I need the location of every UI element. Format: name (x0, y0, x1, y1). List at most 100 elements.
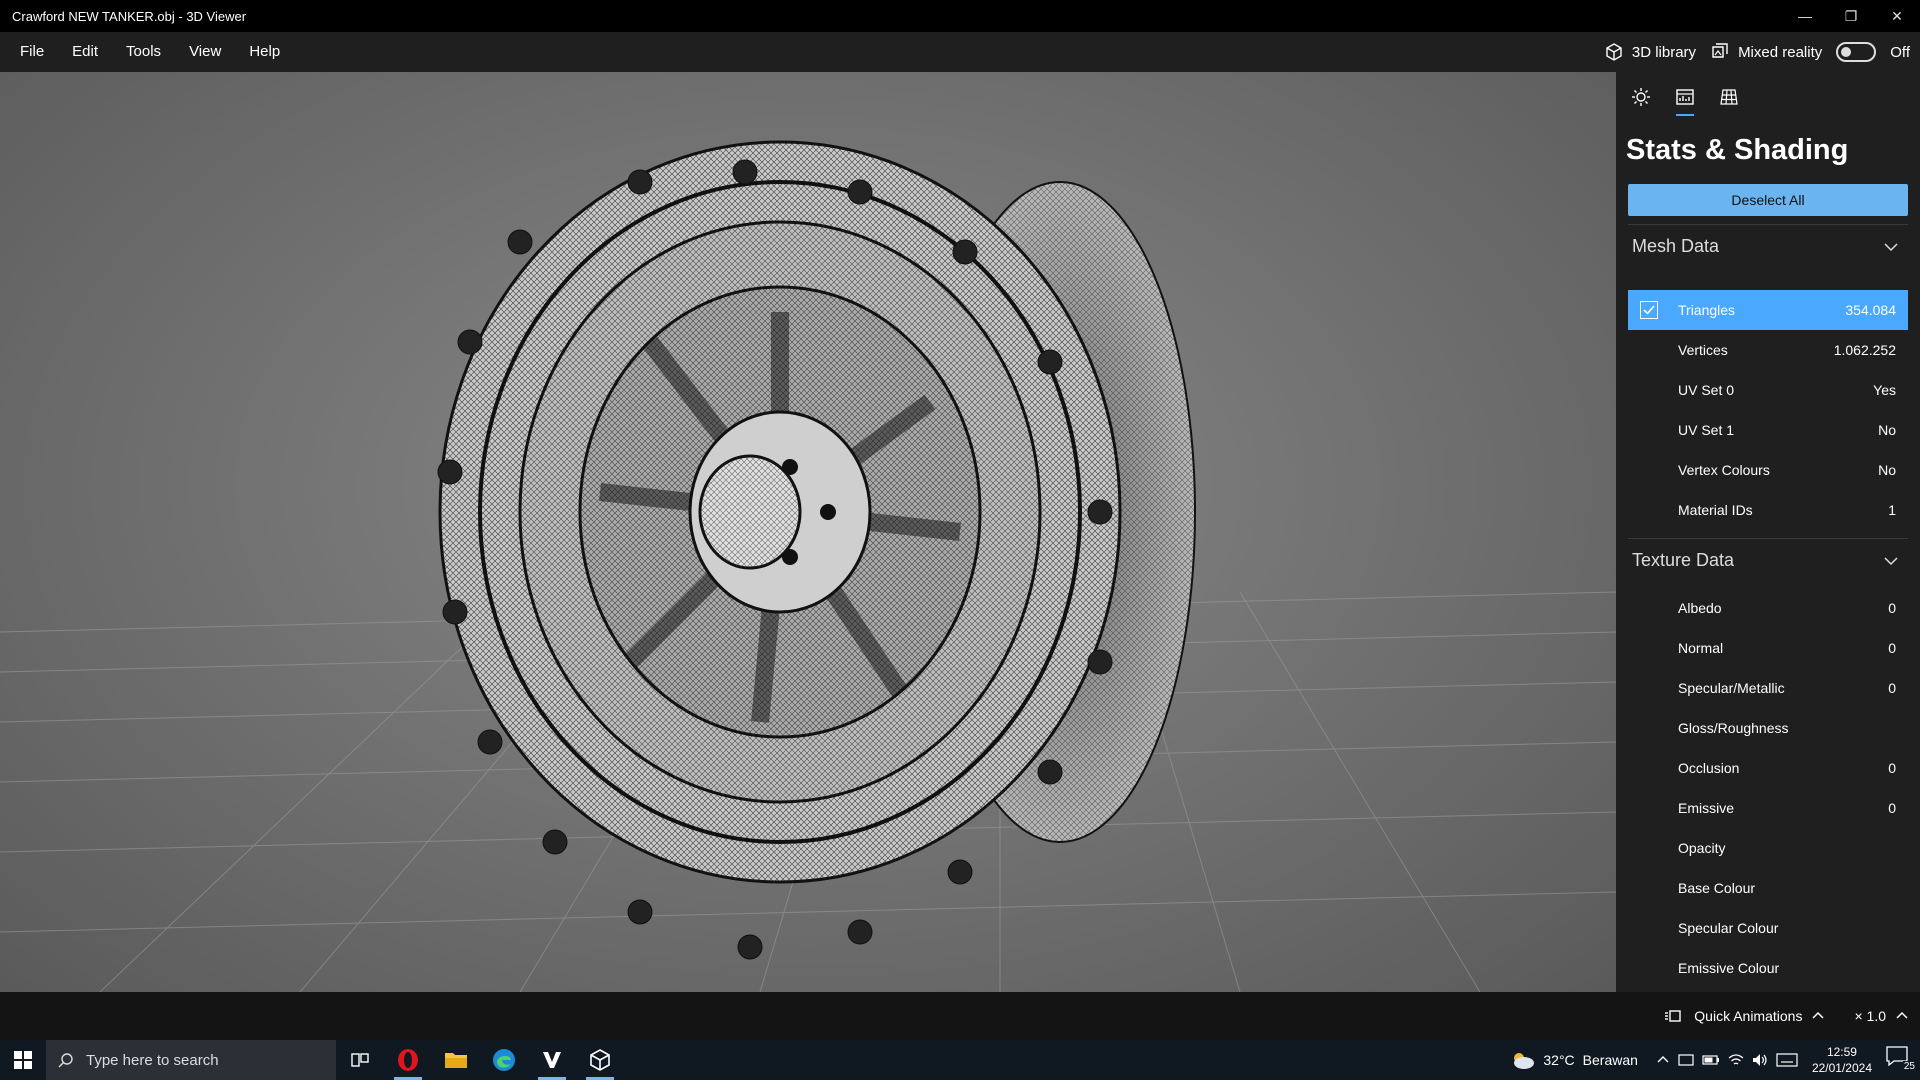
menu-edit[interactable]: Edit (58, 32, 112, 72)
texture-row-albedo: Albedo 0 (1628, 588, 1908, 628)
row-label: Triangles (1678, 302, 1736, 318)
clock-date: 22/01/2024 (1811, 1061, 1872, 1075)
minimize-button[interactable]: — (1782, 0, 1828, 32)
stats-icon (1676, 89, 1694, 105)
media-app[interactable] (528, 1040, 576, 1080)
chevron-up-icon[interactable] (1896, 1010, 1908, 1022)
3d-viewer-app[interactable] (576, 1040, 624, 1080)
volume-icon[interactable] (1752, 1053, 1768, 1067)
tab-grid[interactable] (1714, 82, 1744, 112)
wheel-model (437, 140, 1196, 960)
mixed-reality-label: Mixed reality (1738, 43, 1823, 61)
wifi-icon[interactable] (1728, 1053, 1744, 1067)
folder-icon (445, 1053, 467, 1068)
row-label: Vertex Colours (1678, 462, 1770, 478)
search-icon (58, 1053, 73, 1068)
row-value: 0 (1888, 600, 1896, 616)
texture-data-title: Texture Data (1632, 550, 1735, 570)
animation-speed[interactable]: × 1.0 (1854, 1008, 1886, 1024)
keyboard-icon[interactable] (1776, 1053, 1798, 1067)
menu-file[interactable]: File (6, 32, 58, 72)
row-value: No (1878, 462, 1896, 478)
battery-icon[interactable] (1702, 1054, 1720, 1066)
row-label: Emissive Colour (1678, 960, 1780, 976)
deselect-all-button[interactable]: Deselect All (1628, 184, 1908, 216)
texture-row-base-colour: Base Colour (1628, 868, 1908, 908)
mesh-row-triangles[interactable]: Triangles 354.084 (1628, 290, 1908, 330)
row-value: 0 (1888, 760, 1896, 776)
mesh-row-vertices: Vertices 1.062.252 (1628, 330, 1908, 370)
texture-row-normal: Normal 0 (1628, 628, 1908, 668)
notification-count: 25 (1902, 1061, 1916, 1072)
texture-row-emissive-colour: Emissive Colour (1628, 948, 1908, 988)
system-clock[interactable]: 12:59 22/01/2024 (1806, 1044, 1878, 1076)
meet-now-icon[interactable] (1678, 1052, 1694, 1068)
row-label: Base Colour (1678, 880, 1756, 896)
row-value: 1.062.252 (1833, 342, 1896, 358)
file-explorer-app[interactable] (432, 1040, 480, 1080)
search-placeholder: Type here to search (86, 1051, 219, 1069)
menu-help[interactable]: Help (235, 32, 294, 72)
chevron-up-icon[interactable] (1812, 1010, 1824, 1022)
row-label: Gloss/Roughness (1678, 720, 1789, 736)
row-value: 0 (1888, 640, 1896, 656)
row-label: Specular/Metallic (1678, 680, 1785, 696)
texture-row-specular-metallic: Specular/Metallic 0 (1628, 668, 1908, 708)
row-label: Emissive (1678, 800, 1735, 816)
chevron-up-icon[interactable] (1656, 1053, 1670, 1067)
edge-app[interactable] (480, 1040, 528, 1080)
check-icon (1643, 305, 1655, 315)
edge-icon (493, 1049, 515, 1071)
sun-icon (1632, 88, 1650, 106)
task-view-button[interactable] (336, 1040, 384, 1080)
grid-icon (1720, 89, 1738, 105)
chevron-down-icon (1884, 556, 1898, 565)
texture-row-emissive: Emissive 0 (1628, 788, 1908, 828)
row-value: 0 (1888, 680, 1896, 696)
mixed-reality-button[interactable]: Mixed reality (1710, 42, 1822, 62)
triangles-checkbox[interactable] (1640, 301, 1658, 319)
weather-temp[interactable]: 32°C (1543, 1052, 1574, 1068)
row-label: Albedo (1678, 600, 1722, 616)
chevron-down-icon (1884, 242, 1898, 251)
mesh-data-header[interactable]: Mesh Data (1628, 224, 1908, 268)
close-button[interactable]: ✕ (1874, 0, 1920, 32)
texture-row-specular-colour: Specular Colour (1628, 908, 1908, 948)
mesh-data-title: Mesh Data (1632, 236, 1720, 256)
app-logo-icon (543, 1052, 561, 1068)
quick-animations-button[interactable]: Quick Animations (1694, 1008, 1802, 1024)
taskbar-search[interactable]: Type here to search (46, 1040, 336, 1080)
opera-icon (398, 1049, 418, 1071)
window-title: Crawford NEW TANKER.obj - 3D Viewer (12, 8, 247, 24)
menu-bar: File Edit Tools View Help 3D library Mix… (0, 32, 1920, 72)
mesh-row-material-ids: Material IDs 1 (1628, 490, 1908, 530)
texture-row-gloss-roughness: Gloss/Roughness (1628, 708, 1908, 748)
weather-desc[interactable]: Berawan (1583, 1052, 1638, 1068)
animation-icon (1665, 1010, 1681, 1022)
row-label: Specular Colour (1678, 920, 1779, 936)
windows-logo-icon (14, 1051, 32, 1069)
notification-center-button[interactable]: 25 (1886, 1046, 1916, 1074)
restore-button[interactable]: ❐ (1828, 0, 1874, 32)
start-button[interactable] (0, 1040, 46, 1080)
opera-app[interactable] (384, 1040, 432, 1080)
menu-tools[interactable]: Tools (112, 32, 175, 72)
3d-library-label: 3D library (1631, 43, 1697, 61)
menu-view[interactable]: View (175, 32, 235, 72)
tab-stats[interactable] (1670, 82, 1700, 116)
row-label: UV Set 0 (1678, 382, 1735, 398)
tab-lighting[interactable] (1626, 82, 1656, 112)
title-bar: Crawford NEW TANKER.obj - 3D Viewer — ❐ … (0, 0, 1920, 32)
3d-viewport[interactable] (0, 72, 1616, 992)
mixed-reality-toggle[interactable] (1836, 42, 1877, 62)
texture-data-header[interactable]: Texture Data (1628, 538, 1908, 582)
row-label: Occlusion (1678, 760, 1740, 776)
row-label: Vertices (1678, 342, 1728, 358)
row-value: No (1878, 422, 1896, 438)
mesh-row-uv1: UV Set 1 No (1628, 410, 1908, 450)
3d-library-button[interactable]: 3D library (1604, 42, 1696, 62)
toggle-knob (1841, 47, 1852, 57)
row-value: Yes (1873, 382, 1896, 398)
status-bar: Quick Animations × 1.0 (0, 992, 1920, 1040)
row-label: Normal (1678, 640, 1724, 656)
